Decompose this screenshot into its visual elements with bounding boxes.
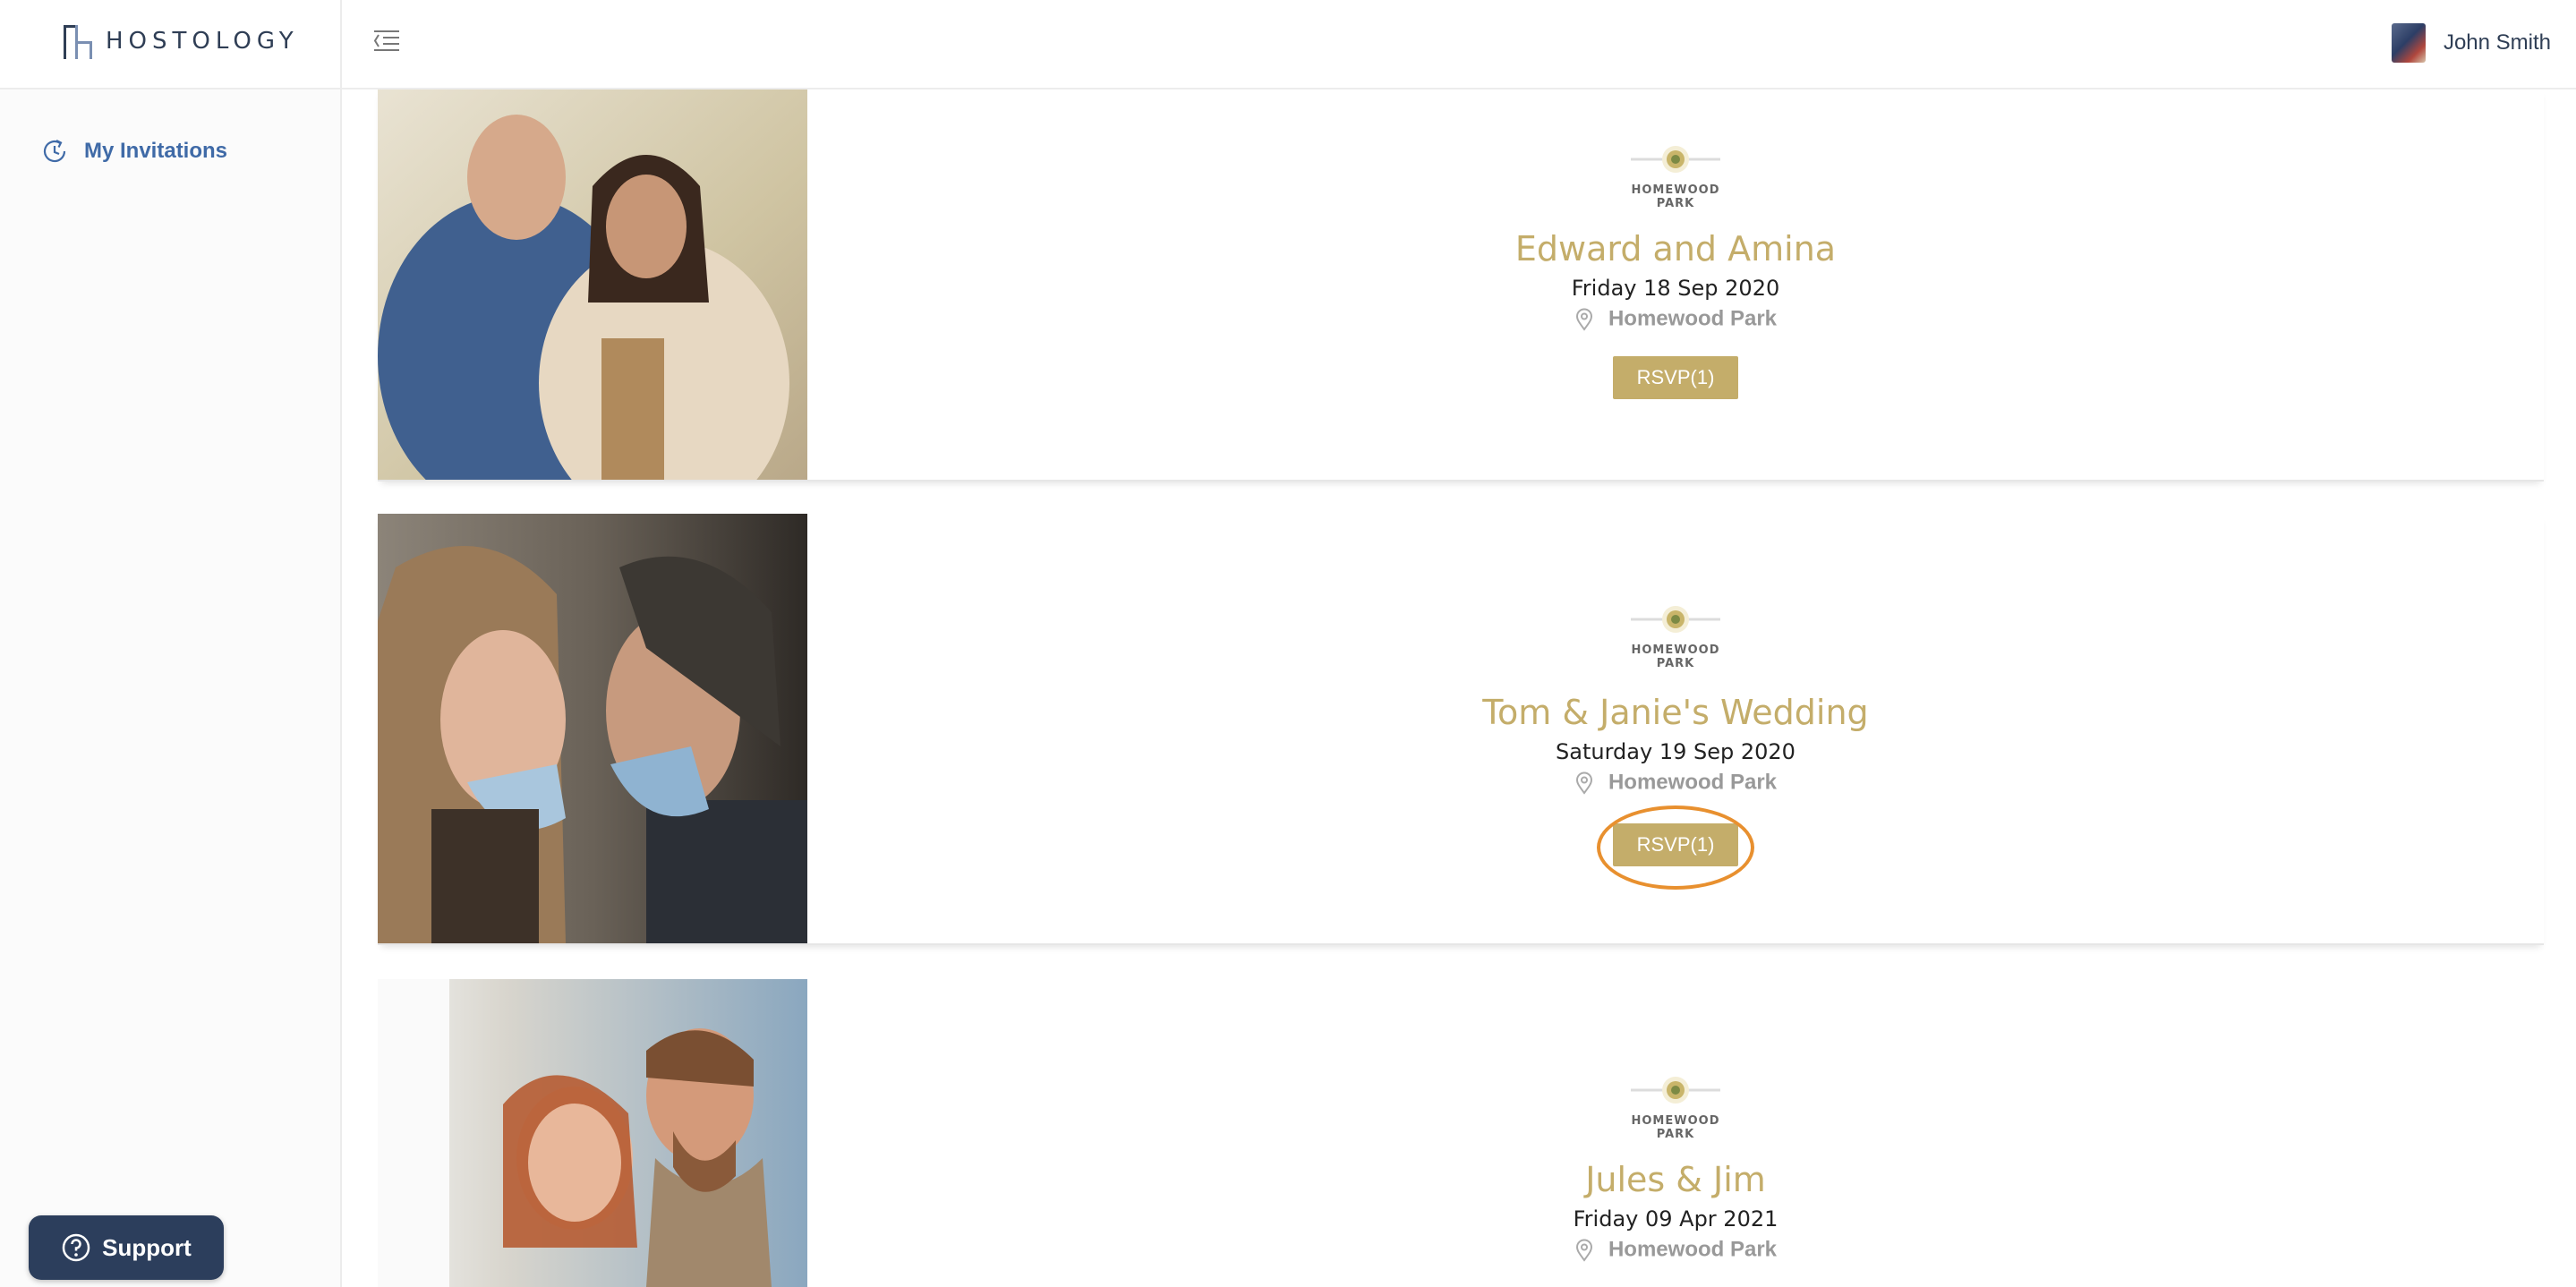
location-pin-icon bbox=[1575, 771, 1592, 795]
support-button[interactable]: Support bbox=[29, 1215, 224, 1280]
event-card: HOMEWOOD PARK Tom & Janie's Wedding Satu… bbox=[378, 514, 2544, 945]
couple-photo-image bbox=[378, 979, 807, 1287]
event-details: HOMEWOOD PARK Jules & Jim Friday 09 Apr … bbox=[807, 979, 2544, 1287]
event-photo bbox=[378, 514, 807, 943]
event-venue-name: Homewood Park bbox=[1608, 770, 1778, 795]
couple-photo-image bbox=[378, 514, 807, 943]
event-date: Friday 09 Apr 2021 bbox=[1573, 1206, 1778, 1232]
user-name: John Smith bbox=[2443, 30, 2551, 55]
venue-logo-text: HOMEWOOD PARK bbox=[1631, 183, 1720, 210]
venue-logo: HOMEWOOD PARK bbox=[1622, 1074, 1729, 1141]
event-venue-name: Homewood Park bbox=[1608, 1237, 1778, 1262]
top-bar: HOSTOLOGY John Smith bbox=[0, 0, 2576, 89]
event-date: Friday 18 Sep 2020 bbox=[1571, 276, 1780, 301]
event-title: Tom & Janie's Wedding bbox=[1482, 693, 1869, 732]
sidebar: My Invitations bbox=[0, 88, 342, 1287]
location-pin-icon bbox=[1575, 1239, 1592, 1262]
event-venue-name: Homewood Park bbox=[1608, 306, 1778, 331]
sidebar-item-my-invitations[interactable]: My Invitations bbox=[39, 136, 227, 166]
event-details: HOMEWOOD PARK Tom & Janie's Wedding Satu… bbox=[807, 514, 2544, 943]
event-photo bbox=[378, 88, 807, 480]
rsvp-button[interactable]: RSVP(1) bbox=[1613, 356, 1738, 399]
couple-photo-image bbox=[378, 88, 807, 480]
brand[interactable]: HOSTOLOGY bbox=[0, 0, 342, 88]
brand-name: HOSTOLOGY bbox=[106, 28, 299, 55]
venue-logo: HOMEWOOD PARK bbox=[1622, 603, 1729, 670]
avatar bbox=[2391, 23, 2426, 63]
event-venue: Homewood Park bbox=[807, 770, 2544, 796]
support-label: Support bbox=[102, 1233, 192, 1261]
menu-collapse-icon[interactable] bbox=[369, 23, 405, 59]
event-title: Edward and Amina bbox=[1514, 229, 1837, 268]
event-title: Jules & Jim bbox=[1585, 1160, 1766, 1199]
help-icon bbox=[62, 1233, 90, 1262]
venue-logo: HOMEWOOD PARK bbox=[1622, 143, 1729, 210]
venue-logo-text: HOMEWOOD PARK bbox=[1631, 1114, 1720, 1141]
venue-logo-icon bbox=[1631, 146, 1720, 173]
user-menu[interactable]: John Smith bbox=[2391, 23, 2551, 63]
venue-logo-icon bbox=[1631, 1077, 1720, 1104]
rsvp-button[interactable]: RSVP(1) bbox=[1613, 823, 1738, 866]
event-date: Saturday 19 Sep 2020 bbox=[1556, 739, 1796, 764]
sidebar-item-label: My Invitations bbox=[84, 139, 228, 163]
clock-icon bbox=[43, 140, 66, 163]
venue-logo-text: HOMEWOOD PARK bbox=[1631, 644, 1720, 670]
event-card: HOMEWOOD PARK Edward and Amina Friday 18… bbox=[378, 88, 2544, 482]
event-card: HOMEWOOD PARK Jules & Jim Friday 09 Apr … bbox=[378, 979, 2544, 1287]
location-pin-icon bbox=[1575, 308, 1592, 331]
event-venue: Homewood Park bbox=[807, 306, 2544, 332]
venue-logo-icon bbox=[1631, 606, 1720, 633]
event-details: HOMEWOOD PARK Edward and Amina Friday 18… bbox=[807, 88, 2544, 480]
hostology-logo-icon bbox=[64, 25, 92, 59]
event-photo bbox=[378, 979, 807, 1287]
event-venue: Homewood Park bbox=[807, 1237, 2544, 1263]
